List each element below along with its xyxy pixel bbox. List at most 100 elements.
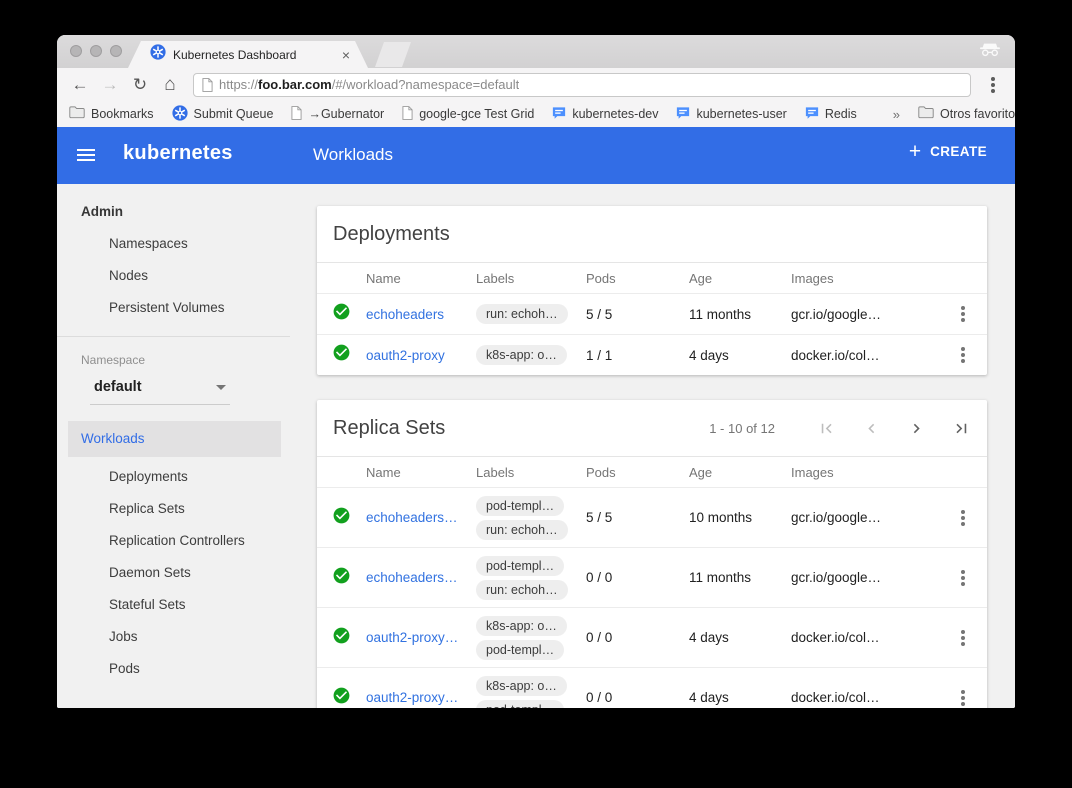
back-button[interactable]: ← — [67, 76, 93, 93]
sidebar-item-namespaces[interactable]: Namespaces — [57, 228, 290, 260]
col-name: Name — [366, 271, 476, 286]
resource-link[interactable]: echoheaders — [366, 307, 466, 322]
kebab-menu-icon — [961, 353, 965, 357]
pods-cell: 0 / 0 — [586, 570, 689, 585]
folder-icon — [918, 106, 934, 122]
kubernetes-logo: kubernetes — [123, 142, 233, 165]
sidebar-item-replica-sets[interactable]: Replica Sets — [57, 493, 290, 525]
home-button[interactable]: ⌂ — [157, 75, 183, 94]
bookmark-label: Redis — [825, 107, 857, 121]
page-title: Workloads — [313, 145, 393, 165]
sidebar-divider — [57, 336, 290, 337]
status-cell — [317, 343, 366, 367]
row-actions-button[interactable] — [939, 696, 987, 700]
table-row: oauth2-proxy…k8s-app: o…pod-templ…0 / 04… — [317, 607, 987, 667]
traffic-lights — [70, 45, 122, 57]
label-chip: pod-templ… — [476, 640, 564, 660]
col-images: Images — [791, 465, 939, 480]
address-bar[interactable]: https://foo.bar.com/#/workload?namespace… — [193, 73, 971, 97]
sidebar-item-deployments[interactable]: Deployments — [57, 461, 290, 493]
row-actions-button[interactable] — [939, 312, 987, 316]
table-row: oauth2-proxyk8s-app: o…1 / 14 daysdocker… — [317, 334, 987, 375]
resource-link[interactable]: oauth2-proxy — [366, 348, 466, 363]
other-bookmarks-folder[interactable]: Otros favoritos — [918, 106, 1015, 122]
page-icon — [402, 106, 413, 123]
resource-link[interactable]: echoheaders… — [366, 510, 466, 525]
bookmarks-overflow-chevron[interactable]: » — [893, 107, 900, 122]
col-pods: Pods — [586, 271, 689, 286]
resource-link[interactable]: echoheaders… — [366, 570, 466, 585]
browser-tab[interactable]: Kubernetes Dashboard × — [128, 41, 368, 68]
namespace-label: Namespace — [81, 353, 290, 367]
sidebar-item-jobs[interactable]: Jobs — [57, 621, 290, 653]
next-page-button[interactable] — [907, 419, 926, 438]
status-ok-icon — [332, 302, 351, 326]
reload-button[interactable]: ↻ — [127, 76, 153, 93]
images-cell: gcr.io/google… — [791, 307, 939, 322]
row-actions-button[interactable] — [939, 353, 987, 357]
label-chip: run: echoh… — [476, 520, 568, 540]
bookmark-kubernetes-user[interactable]: kubernetes-user — [676, 106, 786, 123]
url-text: https://foo.bar.com/#/workload?namespace… — [219, 77, 519, 92]
namespace-select[interactable]: default — [90, 379, 230, 405]
status-cell — [317, 566, 366, 590]
create-button[interactable]: + CREATE — [909, 141, 987, 162]
pagination-range: 1 - 10 of 12 — [709, 421, 775, 436]
age-cell: 11 months — [689, 570, 791, 585]
deployments-card: Deployments Name Labels Pods Age Images … — [317, 206, 987, 375]
sidebar-item-admin[interactable]: Admin — [57, 196, 290, 228]
kebab-menu-icon — [961, 576, 965, 580]
images-cell: gcr.io/google… — [791, 570, 939, 585]
forward-button[interactable]: → — [97, 76, 123, 93]
bookmark-kubernetes-dev[interactable]: kubernetes-dev — [552, 106, 658, 123]
pods-cell: 1 / 1 — [586, 348, 689, 363]
row-actions-button[interactable] — [939, 636, 987, 640]
new-tab-button[interactable] — [375, 42, 411, 67]
age-cell: 11 months — [689, 307, 791, 322]
age-cell: 10 months — [689, 510, 791, 525]
sidebar-item-nodes[interactable]: Nodes — [57, 260, 290, 292]
sidebar-item-pods[interactable]: Pods — [57, 653, 290, 685]
bookmark-gubernator[interactable]: →Gubernator — [291, 106, 384, 123]
labels-cell: pod-templ…run: echoh… — [476, 496, 586, 540]
bookmarks-bar: Bookmarks Submit Queue →Gubernator google-g… — [57, 101, 1015, 127]
previous-page-button[interactable] — [862, 419, 881, 438]
bookmark-redis[interactable]: Redis — [805, 106, 857, 123]
zoom-window-button[interactable] — [110, 45, 122, 57]
images-cell: docker.io/col… — [791, 690, 939, 705]
minimize-window-button[interactable] — [90, 45, 102, 57]
bookmark-google-gce-test-grid[interactable]: google-gce Test Grid — [402, 106, 534, 123]
sidebar-item-workloads[interactable]: Workloads — [68, 421, 281, 457]
status-ok-icon — [332, 566, 351, 590]
labels-cell: pod-templ…run: echoh… — [476, 556, 586, 600]
sidebar-item-daemon-sets[interactable]: Daemon Sets — [57, 557, 290, 589]
bookmark-submit-queue[interactable]: Submit Queue — [172, 105, 274, 124]
tab-close-icon[interactable]: × — [342, 47, 350, 63]
deployments-title: Deployments — [333, 223, 971, 246]
row-actions-button[interactable] — [939, 516, 987, 520]
status-ok-icon — [332, 343, 351, 367]
browser-menu-button[interactable] — [981, 73, 1005, 97]
incognito-icon — [979, 42, 1001, 62]
last-page-button[interactable] — [952, 419, 971, 438]
chat-icon — [676, 106, 690, 123]
page-security-icon — [202, 78, 213, 92]
table-row: echoheaders…pod-templ…run: echoh…5 / 510… — [317, 487, 987, 547]
resource-link[interactable]: oauth2-proxy… — [366, 630, 466, 645]
kubernetes-favicon-icon — [150, 44, 166, 65]
pagination: 1 - 10 of 12 — [709, 419, 971, 438]
sidebar-item-stateful-sets[interactable]: Stateful Sets — [57, 589, 290, 621]
replicasets-title: Replica Sets — [333, 417, 709, 440]
sidebar-item-replication-controllers[interactable]: Replication Controllers — [57, 525, 290, 557]
sidebar-item-persistent-volumes[interactable]: Persistent Volumes — [57, 292, 290, 324]
row-actions-button[interactable] — [939, 576, 987, 580]
resource-link[interactable]: oauth2-proxy… — [366, 690, 466, 705]
kebab-menu-icon — [961, 516, 965, 520]
bookmark-bookmarks[interactable]: Bookmarks — [69, 106, 154, 122]
hamburger-menu-icon[interactable] — [77, 154, 95, 156]
age-cell: 4 days — [689, 690, 791, 705]
bookmark-label: Submit Queue — [194, 107, 274, 121]
first-page-button[interactable] — [817, 419, 836, 438]
label-chip: pod-templ… — [476, 556, 564, 576]
close-window-button[interactable] — [70, 45, 82, 57]
